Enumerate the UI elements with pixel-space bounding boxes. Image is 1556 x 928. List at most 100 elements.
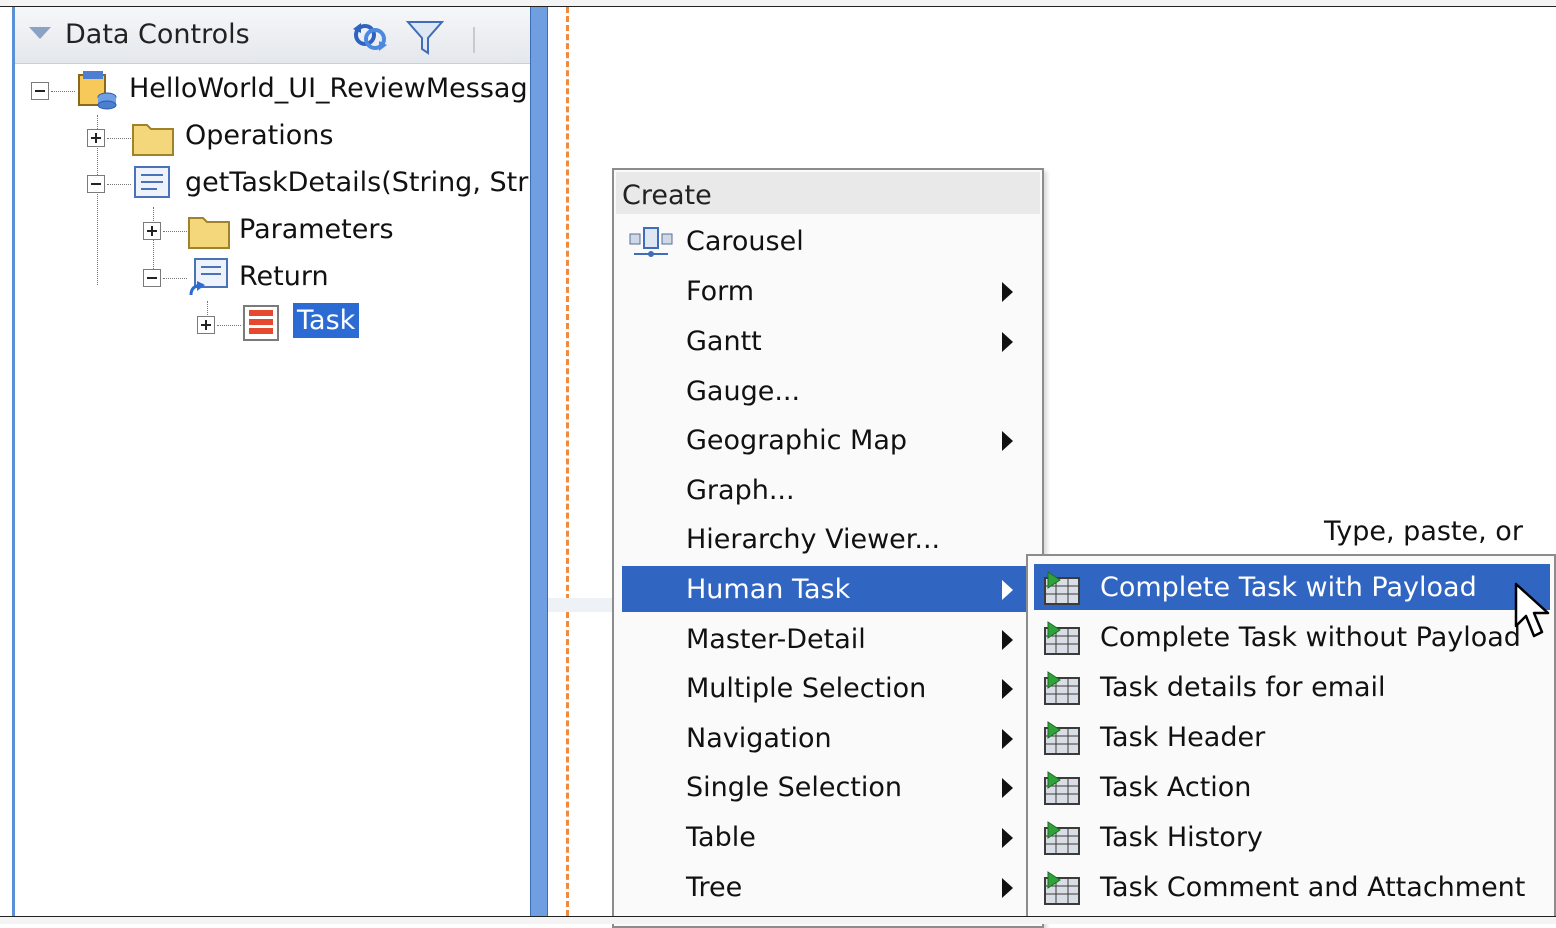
menu-item-label: Single Selection: [686, 772, 903, 803]
filter-icon[interactable]: [405, 19, 445, 57]
panel-splitter[interactable]: [530, 7, 548, 916]
top-frame: [0, 0, 1556, 7]
submenu-item-task-action[interactable]: Task Action: [1034, 764, 1550, 810]
submenu-item-task-header[interactable]: Task Header: [1034, 714, 1550, 760]
tree-connector: [107, 184, 131, 185]
submenu-item-task-details-for-email[interactable]: Task details for email: [1034, 664, 1550, 710]
submenu-arrow-icon: [1002, 679, 1013, 699]
tree-connector: [217, 325, 241, 326]
menu-item-form[interactable]: Form: [622, 268, 1036, 314]
tree-expander-expand[interactable]: [143, 222, 161, 240]
submenu-item-label: Task History: [1100, 822, 1263, 853]
menu-item-gantt[interactable]: Gantt: [622, 318, 1036, 364]
create-context-menu: Create Carousel Form Gantt Gauge... Geog…: [612, 168, 1044, 928]
submenu-arrow-icon: [1002, 729, 1013, 749]
menu-item-label: Hierarchy Viewer...: [686, 524, 941, 555]
carousel-icon: [629, 227, 673, 257]
submenu-item-label: Complete Task with Payload: [1100, 572, 1477, 603]
tree-expander-expand[interactable]: [87, 129, 105, 147]
task-form-icon: [1044, 871, 1080, 905]
menu-item-multiple-selection[interactable]: Multiple Selection: [622, 665, 1036, 711]
tree-connector: [163, 278, 187, 279]
header-separator: [473, 27, 475, 53]
submenu-item-label: Task details for email: [1100, 672, 1386, 703]
panel-header: Data Controls: [15, 7, 533, 64]
tree-connector: [163, 231, 187, 232]
folder-icon: [188, 217, 230, 249]
menu-header: Create: [616, 172, 1040, 214]
folder-icon: [132, 124, 174, 156]
tree-expander-collapse[interactable]: [143, 269, 161, 287]
submenu-item-label: Task Comment and Attachment: [1100, 872, 1526, 903]
task-form-icon: [1044, 571, 1080, 605]
tree-connector: [51, 91, 75, 92]
tree-item-parameters[interactable]: Parameters: [239, 214, 394, 245]
task-form-icon: [1044, 721, 1080, 755]
menu-item-label: Master-Detail: [686, 624, 866, 655]
submenu-arrow-icon: [1002, 878, 1013, 898]
collapse-triangle-icon[interactable]: [29, 27, 51, 39]
submenu-item-label: Task Header: [1100, 722, 1266, 753]
menu-item-navigation[interactable]: Navigation: [622, 715, 1036, 761]
return-icon: [189, 258, 228, 296]
collection-icon: [243, 305, 279, 341]
tree-connector: [107, 138, 131, 139]
tree-item-operations[interactable]: Operations: [185, 120, 333, 151]
submenu-item-label: Complete Task without Payload: [1100, 622, 1521, 653]
canvas-hint-text: Type, paste, or: [1324, 516, 1523, 547]
task-form-icon: [1044, 821, 1080, 855]
menu-item-label: Geographic Map: [686, 425, 907, 456]
menu-item-human-task[interactable]: Human Task: [622, 566, 1036, 612]
menu-item-label: Gantt: [686, 326, 762, 357]
menu-header-label: Create: [622, 180, 712, 211]
menu-item-label: Form: [686, 276, 755, 307]
tree-item-gettaskdetails[interactable]: getTaskDetails(String, Stri: [185, 167, 536, 198]
menu-item-label: Tree: [686, 872, 743, 903]
submenu-item-task-history[interactable]: Task History: [1034, 814, 1550, 860]
data-control-icon: [78, 71, 117, 110]
submenu-item-complete-task-with-payload[interactable]: Complete Task with Payload: [1034, 564, 1550, 610]
submenu-arrow-icon: [1002, 431, 1013, 451]
submenu-arrow-icon: [1002, 580, 1013, 600]
menu-item-label: Table: [686, 822, 756, 853]
method-icon: [134, 166, 170, 198]
submenu-arrow-icon: [1002, 282, 1013, 302]
task-form-icon: [1044, 671, 1080, 705]
tree-expander-collapse[interactable]: [31, 82, 49, 100]
mouse-cursor-icon: [1514, 582, 1550, 638]
tree-expander-collapse[interactable]: [87, 175, 105, 193]
canvas-region: [548, 598, 614, 612]
task-form-icon: [1044, 771, 1080, 805]
tree-item-helloworld[interactable]: HelloWorld_UI_ReviewMessag: [129, 73, 528, 104]
menu-item-label: Navigation: [686, 723, 832, 754]
task-form-icon: [1044, 621, 1080, 655]
menu-item-table[interactable]: Table: [622, 814, 1036, 860]
menu-item-master-detail[interactable]: Master-Detail: [622, 616, 1036, 662]
panel-title: Data Controls: [65, 19, 250, 50]
menu-item-tree[interactable]: Tree: [622, 864, 1036, 910]
menu-item-hierarchy-viewer[interactable]: Hierarchy Viewer...: [622, 516, 1036, 562]
menu-item-label: Graph...: [686, 475, 795, 506]
menu-item-label: Multiple Selection: [686, 673, 927, 704]
menu-item-single-selection[interactable]: Single Selection: [622, 764, 1036, 810]
human-task-submenu: Complete Task with Payload Complete Task…: [1026, 554, 1556, 923]
submenu-arrow-icon: [1002, 332, 1013, 352]
submenu-item-label: Task Action: [1100, 772, 1252, 803]
menu-item-label: Gauge...: [686, 376, 801, 407]
submenu-item-complete-task-without-payload[interactable]: Complete Task without Payload: [1034, 614, 1550, 660]
tree-expander-expand[interactable]: [197, 316, 215, 334]
tree-item-return[interactable]: Return: [239, 261, 329, 292]
submenu-arrow-icon: [1002, 828, 1013, 848]
submenu-item-task-comment-and-attachment[interactable]: Task Comment and Attachment: [1034, 864, 1550, 910]
menu-item-geographic-map[interactable]: Geographic Map: [622, 417, 1036, 463]
submenu-arrow-icon: [1002, 630, 1013, 650]
data-controls-panel: Data Controls HelloWorld_UI_ReviewMessag…: [12, 7, 536, 916]
layout-guide-line: [566, 7, 569, 916]
menu-item-gauge[interactable]: Gauge...: [622, 368, 1036, 414]
menu-item-graph[interactable]: Graph...: [622, 467, 1036, 513]
submenu-arrow-icon: [1002, 778, 1013, 798]
menu-item-label: Carousel: [686, 226, 804, 257]
tree-item-task[interactable]: Task: [293, 303, 360, 338]
refresh-icon[interactable]: [351, 19, 391, 55]
menu-item-carousel[interactable]: Carousel: [622, 218, 1036, 264]
